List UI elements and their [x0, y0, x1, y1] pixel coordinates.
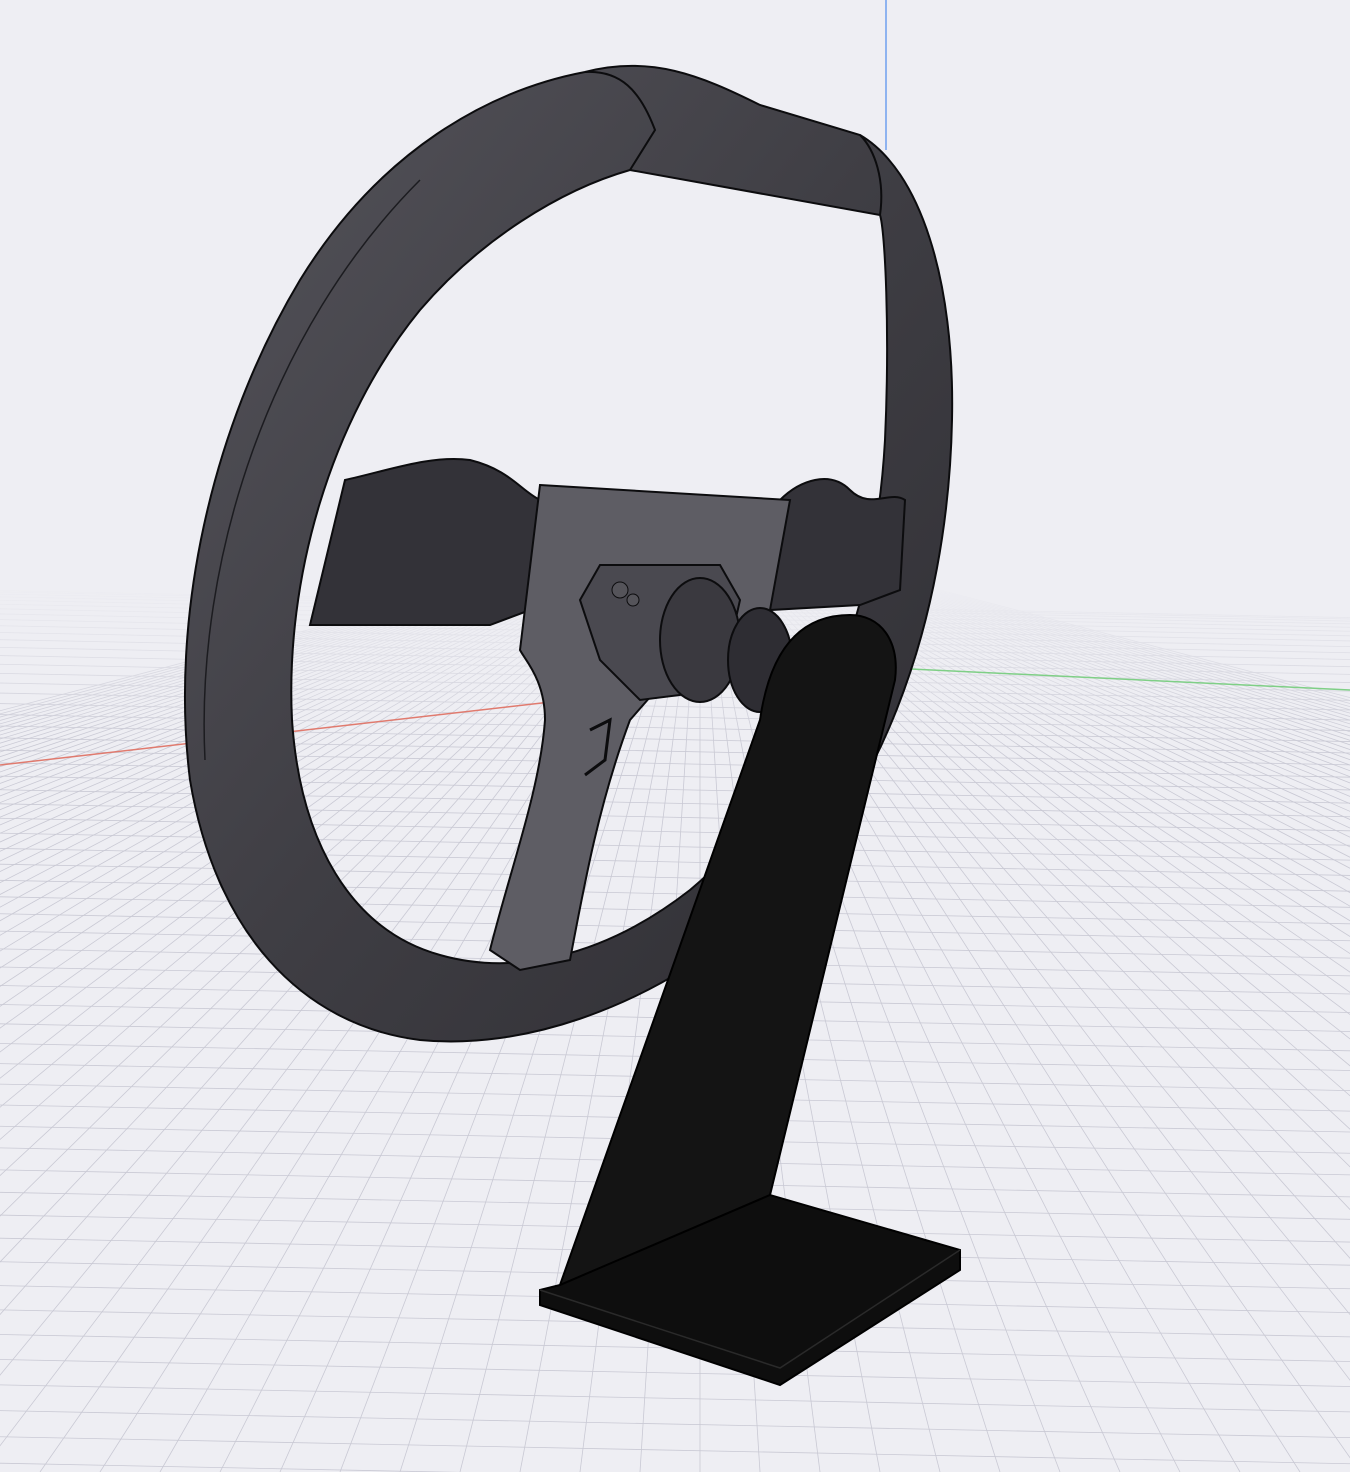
grid-line — [0, 1410, 1350, 1439]
left-spoke-grip — [308, 458, 542, 626]
bolt-icon — [626, 593, 640, 607]
quick-release-hub — [659, 577, 741, 703]
grid-line — [0, 848, 1350, 876]
grid-line — [0, 1462, 461, 1472]
grid-line — [0, 863, 1350, 892]
right-spoke-grip — [768, 478, 907, 612]
grid-line — [0, 1359, 1350, 1387]
cad-3d-viewport[interactable] — [0, 0, 1350, 1472]
scene[interactable] — [0, 0, 1350, 1472]
grid-line — [0, 1436, 1350, 1465]
bolt-icon — [611, 581, 629, 599]
